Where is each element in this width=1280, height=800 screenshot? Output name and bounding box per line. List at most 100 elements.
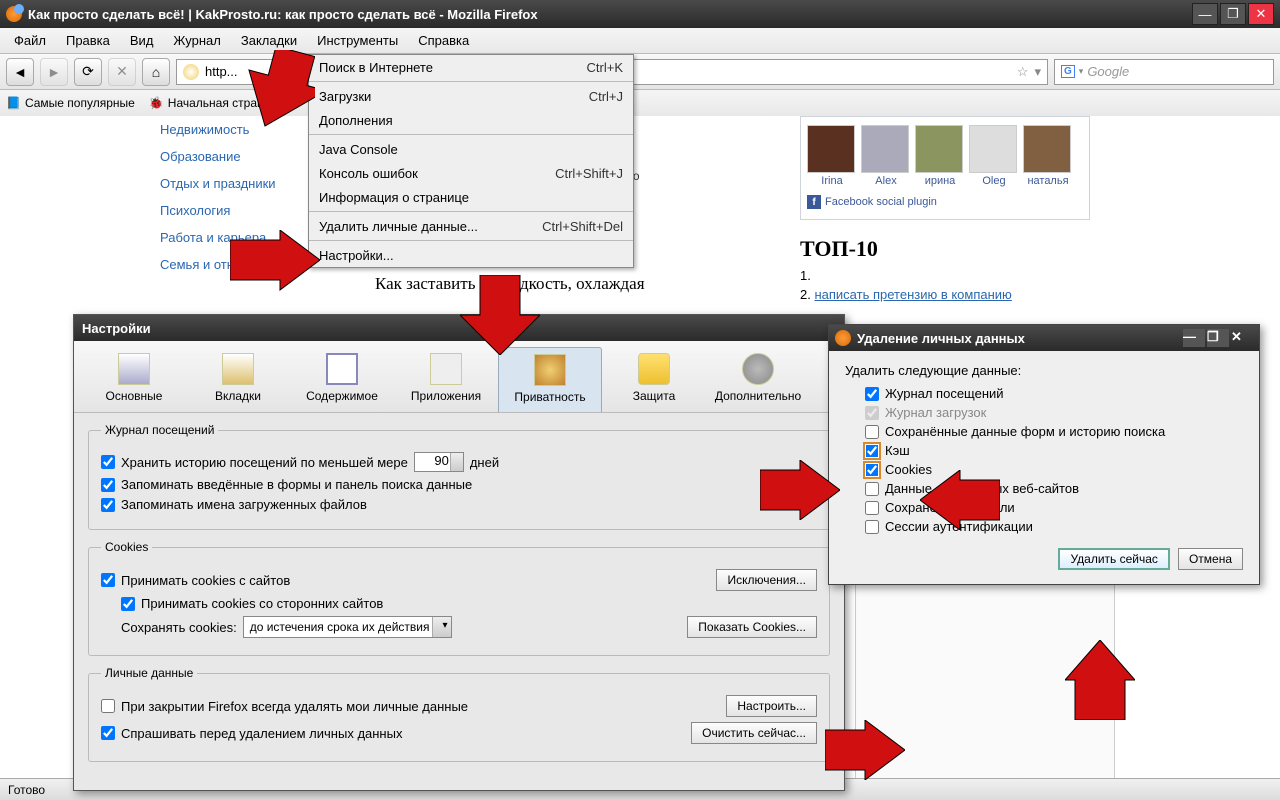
bookmark-startpage[interactable]: 🐞Начальная страница [149,96,284,110]
folder-icon: 📘 [6,96,21,110]
dialog-minimize-button[interactable]: — [1183,329,1205,347]
article-title[interactable]: Как заставить ть жидкость, охлаждая [375,274,775,294]
menu-item[interactable]: Java Console [309,137,633,161]
clear-on-close-checkbox[interactable] [101,699,115,713]
delete-now-button[interactable]: Удалить сейчас [1058,548,1169,570]
facebook-widget: Irina Alex ирина Oleg наталья f Facebook… [800,116,1090,220]
nav-toolbar: ◄ ► ⟳ ✕ ⌂ http... ☆ ▾ G ▾ Google [0,54,1280,90]
dialog-maximize-button[interactable]: ❐ [1207,329,1229,347]
clear-now-button[interactable]: Очистить сейчас... [691,722,817,744]
settings-tabs: ОсновныеВкладкиСодержимоеПриложенияПрива… [74,341,844,413]
option-checkbox[interactable] [865,444,879,458]
search-bar[interactable]: G ▾ Google [1054,59,1274,85]
dropdown-icon[interactable]: ▾ [1034,64,1041,80]
menu-bookmarks[interactable]: Закладки [231,30,307,51]
settings-tab[interactable]: Приватность [498,347,602,412]
menu-item[interactable]: Дополнения [309,108,633,132]
option-checkbox[interactable] [865,425,879,439]
cancel-button[interactable]: Отмена [1178,548,1243,570]
menu-edit[interactable]: Правка [56,30,120,51]
menu-item[interactable]: Поиск в ИнтернетеCtrl+K [309,55,633,79]
ladybug-icon: 🐞 [149,96,164,110]
remember-downloads-checkbox[interactable] [101,498,115,512]
clear-option: Журнал загрузок [865,405,1243,420]
clear-option: Данные автономных веб-сайтов [865,481,1243,496]
ask-before-clear-checkbox[interactable] [101,726,115,740]
top10-link[interactable]: написать претензию в компанию [814,287,1011,302]
menu-item[interactable]: Настройки... [309,243,633,267]
settings-tab[interactable]: Защита [602,347,706,412]
settings-tab[interactable]: Основные [82,347,186,412]
settings-tab[interactable]: Содержимое [290,347,394,412]
days-spinner[interactable]: 90 [414,452,464,472]
dialog-prompt: Удалить следующие данные: [845,363,1243,378]
history-group: Журнал посещений Хранить историю посещен… [88,423,830,530]
option-checkbox[interactable] [865,520,879,534]
settings-title: Настройки [82,321,151,336]
accept-cookies-checkbox[interactable] [101,573,115,587]
tab-icon [742,353,774,385]
search-engine-dropdown-icon[interactable]: ▾ [1079,66,1084,77]
close-button[interactable]: ✕ [1248,3,1274,25]
dialog-close-button[interactable]: ✕ [1231,329,1253,347]
option-checkbox [865,406,879,420]
clear-option: Кэш [865,443,1243,458]
configure-button[interactable]: Настроить... [726,695,817,717]
option-checkbox[interactable] [865,387,879,401]
clear-option: Сессии аутентификации [865,519,1243,534]
top10-item: 2. написать претензию в компанию [800,287,1090,302]
url-text: http... [205,64,238,79]
search-engine-icon[interactable]: G [1061,65,1075,78]
option-checkbox[interactable] [865,482,879,496]
option-checkbox[interactable] [865,463,879,477]
clear-option: Журнал посещений [865,386,1243,401]
show-cookies-button[interactable]: Показать Cookies... [687,616,817,638]
menu-item[interactable]: ЗагрузкиCtrl+J [309,84,633,108]
tab-icon [326,353,358,385]
minimize-button[interactable]: — [1192,3,1218,25]
menu-file[interactable]: Файл [4,30,56,51]
home-button[interactable]: ⌂ [142,58,170,86]
settings-tab[interactable]: Дополнительно [706,347,810,412]
clear-option: Cookies [865,462,1243,477]
tools-dropdown: Поиск в ИнтернетеCtrl+K ЗагрузкиCtrl+JДоп… [308,54,634,268]
settings-titlebar[interactable]: Настройки [74,315,844,341]
keep-history-checkbox[interactable] [101,455,115,469]
menu-tools[interactable]: Инструменты [307,30,408,51]
window-title: Как просто сделать всё! | KakProsto.ru: … [28,7,1190,22]
remember-forms-checkbox[interactable] [101,478,115,492]
bookmark-popular[interactable]: 📘Самые популярные [6,96,135,110]
maximize-button[interactable]: ❐ [1220,3,1246,25]
top10-block: ТОП-10 1. 2. написать претензию в компан… [800,236,1090,302]
settings-tab[interactable]: Приложения [394,347,498,412]
third-party-cookies-checkbox[interactable] [121,597,135,611]
facebook-icon: f [807,195,821,209]
tab-icon [118,353,150,385]
option-checkbox[interactable] [865,501,879,515]
settings-window: Настройки ОсновныеВкладкиСодержимоеПрило… [73,314,845,791]
cookies-group: Cookies Принимать cookies с сайтов Исклю… [88,540,830,656]
clear-option: Сохранённые пароли [865,500,1243,515]
bookmarks-toolbar: 📘Самые популярные 🐞Начальная страница [0,90,1280,116]
group-legend: Личные данные [101,666,197,680]
reload-button[interactable]: ⟳ [74,58,102,86]
stop-button[interactable]: ✕ [108,58,136,86]
top10-heading: ТОП-10 [800,236,1090,262]
keep-cookies-select[interactable]: до истечения срока их действия [243,616,453,638]
private-data-group: Личные данные При закрытии Firefox всегд… [88,666,830,762]
forward-button[interactable]: ► [40,58,68,86]
menu-history[interactable]: Журнал [163,30,230,51]
menu-view[interactable]: Вид [120,30,164,51]
status-text: Готово [8,783,45,797]
menu-item[interactable]: Информация о странице [309,185,633,209]
menu-help[interactable]: Справка [408,30,479,51]
exceptions-button[interactable]: Исключения... [716,569,817,591]
star-icon[interactable]: ☆ [1017,64,1029,80]
tab-icon [534,354,566,386]
back-button[interactable]: ◄ [6,58,34,86]
dialog-titlebar[interactable]: Удаление личных данных — ❐ ✕ [829,325,1259,351]
settings-tab[interactable]: Вкладки [186,347,290,412]
tab-icon [638,353,670,385]
menu-item[interactable]: Удалить личные данные...Ctrl+Shift+Del [309,214,633,238]
menu-item[interactable]: Консоль ошибокCtrl+Shift+J [309,161,633,185]
